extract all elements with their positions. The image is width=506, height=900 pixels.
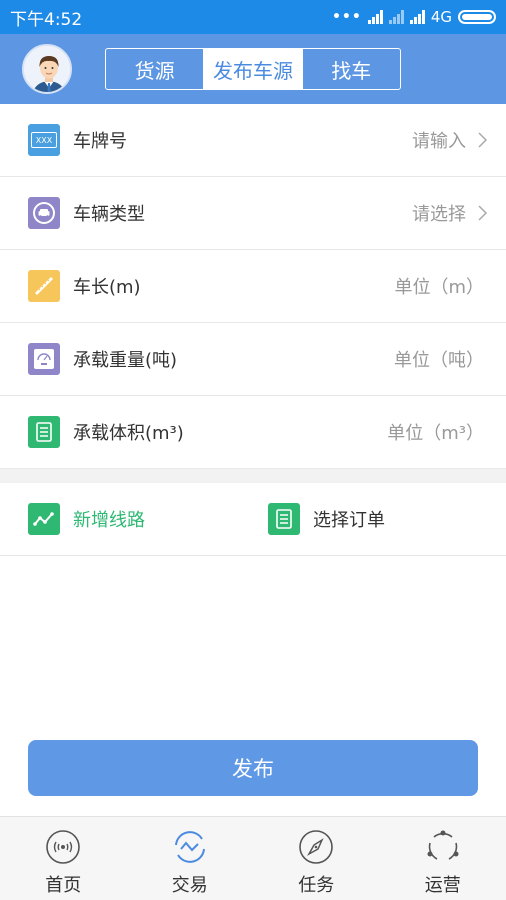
vehicle-type-select[interactable]: 请选择 (412, 200, 466, 226)
nav-home-label: 首页 (45, 875, 82, 896)
load-volume-row[interactable]: 承载体积(m³) 单位（m³） (0, 396, 506, 469)
select-order-label: 选择订单 (313, 510, 385, 531)
chevron-right-icon (478, 205, 488, 221)
nav-trade-label: 交易 (171, 875, 208, 896)
load-volume-input[interactable]: 单位（m³） (387, 419, 484, 445)
order-document-icon (268, 503, 300, 535)
vehicle-form: XXX 车牌号 请输入 车辆类型 请选择 车长(m) 单位（m） 承载重量(吨)… (0, 104, 506, 556)
nav-home[interactable]: 首页 (0, 817, 127, 900)
signal-secondary-icon (388, 10, 404, 24)
nav-tasks[interactable]: 任务 (253, 817, 380, 900)
operations-icon (427, 830, 459, 860)
status-bar: 下午4:52 ••• 4G (0, 0, 506, 34)
bottom-nav: 首页 交易 任务 运营 (0, 816, 506, 900)
scale-gauge-icon (28, 343, 60, 375)
more-dots-icon: ••• (331, 9, 362, 25)
compass-icon (299, 830, 334, 864)
nav-trade[interactable]: 交易 (127, 817, 254, 900)
avatar-icon (24, 46, 70, 92)
vehicle-type-label: 车辆类型 (73, 204, 145, 225)
network-type: 4G (430, 8, 452, 26)
action-row: 新增线路 选择订单 (0, 483, 506, 556)
route-line-icon (28, 503, 60, 535)
section-divider (0, 469, 506, 483)
vehicle-type-row[interactable]: 车辆类型 请选择 (0, 177, 506, 250)
plate-number-label: 车牌号 (73, 131, 127, 152)
select-order-button[interactable]: 选择订单 (268, 503, 385, 535)
plate-number-row[interactable]: XXX 车牌号 请输入 (0, 104, 506, 177)
tab-find-vehicle[interactable]: 找车 (303, 49, 400, 89)
home-radar-icon (46, 830, 81, 864)
signal-icon-2 (409, 10, 425, 24)
tab-cargo-source[interactable]: 货源 (106, 49, 205, 89)
add-route-label: 新增线路 (73, 510, 145, 531)
nav-operations[interactable]: 运营 (380, 817, 506, 900)
avatar[interactable] (22, 44, 72, 94)
top-segmented-tabs: 货源 发布车源 找车 (105, 48, 401, 90)
vehicle-type-icon (28, 197, 60, 229)
publish-button[interactable]: 发布 (28, 740, 478, 796)
nav-operations-label: 运营 (424, 875, 461, 896)
license-plate-icon: XXX (28, 124, 60, 156)
plate-number-input[interactable]: 请输入 (412, 127, 466, 153)
document-icon (28, 416, 60, 448)
chevron-right-icon (478, 132, 488, 148)
tab-publish-vehicle[interactable]: 发布车源 (204, 49, 303, 89)
app-screen: 下午4:52 ••• 4G 货源 发布车源 找车 XXX 车牌号 请输入 车辆类… (0, 0, 506, 900)
load-weight-label: 承载重量(吨) (73, 350, 178, 371)
vehicle-length-label: 车长(m) (73, 277, 141, 298)
add-route-button[interactable]: 新增线路 (28, 503, 268, 535)
load-weight-row[interactable]: 承载重量(吨) 单位（吨） (0, 323, 506, 396)
nav-tasks-label: 任务 (298, 875, 335, 896)
header: 货源 发布车源 找车 (0, 34, 506, 104)
load-volume-label: 承载体积(m³) (73, 423, 184, 444)
vehicle-length-input[interactable]: 单位（m） (394, 273, 484, 299)
vehicle-length-row[interactable]: 车长(m) 单位（m） (0, 250, 506, 323)
status-time: 下午4:52 (10, 9, 83, 30)
load-weight-input[interactable]: 单位（吨） (394, 346, 484, 372)
signal-icon (367, 10, 383, 24)
ruler-icon (28, 270, 60, 302)
status-indicators: ••• 4G (332, 8, 496, 26)
trade-icon (174, 831, 205, 863)
battery-icon (458, 10, 496, 24)
license-plate-icon-text: XXX (31, 132, 57, 148)
